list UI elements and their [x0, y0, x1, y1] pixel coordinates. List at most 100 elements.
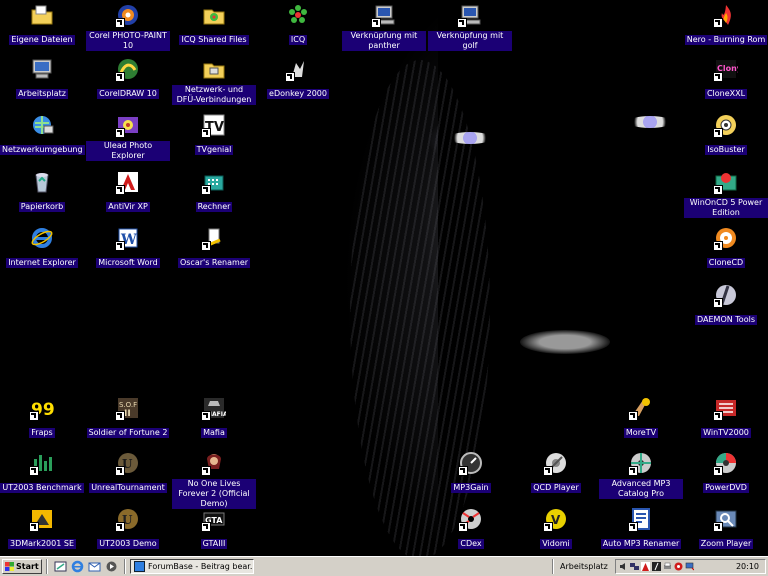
arbeitsplatz-toolbar[interactable]: Arbeitsplatz [556, 559, 612, 574]
windows-logo-icon [5, 562, 14, 571]
desktop-icon-zoom-player[interactable]: Zoom Player [684, 507, 768, 550]
desktop[interactable]: Eigene Dateien Arbeitsplatz Netzwerkumge… [0, 0, 768, 556]
desktop-icon-clonexxl[interactable]: Clony CloneXXL [684, 57, 768, 100]
nolf2-icon [201, 451, 226, 476]
printer-tray-icon[interactable] [663, 562, 672, 571]
icon-label: WinTV2000 [701, 428, 751, 438]
desktop-icon-3dmark2001[interactable]: 3DMark2001 SE [0, 507, 84, 550]
desktop-icon-mp3gain[interactable]: MP3Gain [429, 451, 513, 494]
clonexxl-icon: Clony [713, 57, 738, 82]
icon-label: Corel PHOTO-PAINT 10 [86, 31, 170, 51]
taskbar-separator [552, 559, 554, 574]
wintv-icon [713, 396, 738, 421]
recycle-bin-icon [30, 170, 54, 194]
daemon-tray-icon[interactable] [652, 562, 661, 571]
desktop-icon-coreldraw[interactable]: CorelDRAW 10 [86, 57, 170, 100]
my-computer-icon [30, 57, 54, 81]
moretv-icon [628, 396, 653, 421]
desktop-icon-tvgenial[interactable]: TV TVgenial [172, 113, 256, 156]
desktop-icon-clonecd[interactable]: CloneCD [684, 226, 768, 269]
desktop-icon-antivir[interactable]: AntiVir XP [86, 170, 170, 213]
desktop-icon-rechner[interactable]: Rechner [172, 170, 256, 213]
icon-label: DAEMON Tools [695, 315, 757, 325]
icon-label: Verknüpfung mit golf [428, 31, 512, 51]
powerdvd-icon [713, 451, 738, 476]
icon-label: TVgenial [194, 145, 234, 155]
icon-label: Oscar's Renamer [177, 258, 251, 268]
clock[interactable]: 20:10 [736, 561, 759, 572]
desktop-icon-cdex[interactable]: CDex [429, 507, 513, 550]
outlook-express-icon[interactable] [88, 560, 101, 573]
network-icon[interactable] [630, 562, 639, 571]
antivir-tray-icon[interactable] [641, 562, 650, 571]
media-player-icon[interactable] [105, 560, 118, 573]
desktop-icon-mafia[interactable]: MAFIA Mafia [172, 396, 256, 439]
desktop-icon-edonkey[interactable]: eDonkey 2000 [256, 57, 340, 100]
cdex-icon [458, 507, 483, 532]
icon-label: CDex [458, 539, 484, 549]
desktop-icon-corel-photopaint[interactable]: Corel PHOTO-PAINT 10 [86, 3, 170, 52]
fraps-icon: 99 [29, 396, 54, 421]
desktop-icon-oscars-renamer[interactable]: Oscar's Renamer [172, 226, 256, 269]
icon-label: 3DMark2001 SE [7, 539, 76, 549]
icon-label: Vidomi [540, 539, 572, 549]
display-tray-icon[interactable] [685, 562, 694, 571]
desktop-icon-moretv[interactable]: MoreTV [599, 396, 683, 439]
desktop-icon-verknuepfung-golf[interactable]: Verknüpfung mit golf [428, 3, 512, 52]
desktop-icon-gta3[interactable]: GTA GTAIII [172, 507, 256, 550]
desktop-icon-unrealtournament[interactable]: U UnrealTournament [86, 451, 170, 494]
icon-label: Arbeitsplatz [16, 89, 68, 99]
desktop-icon-microsoft-word[interactable]: W Microsoft Word [86, 226, 170, 269]
desktop-icon-arbeitsplatz[interactable]: Arbeitsplatz [0, 57, 84, 100]
desktop-icon-ut2003-demo[interactable]: U UT2003 Demo [86, 507, 170, 550]
desktop-icon-icq[interactable]: ICQ [256, 3, 340, 46]
desktop-icon-winoncd[interactable]: WinOnCD 5 Power Edition [684, 170, 768, 219]
desktop-icon-nero[interactable]: Nero - Burning Rom [684, 3, 768, 46]
task-button-forumbase[interactable]: ForumBase - Beitrag bear... [130, 559, 254, 574]
system-tray: 20:10 [615, 559, 766, 574]
icon-label: Nero - Burning Rom [684, 35, 768, 45]
show-desktop-icon[interactable] [54, 560, 67, 573]
desktop-icon-icq-shared-files[interactable]: ICQ Shared Files [172, 3, 256, 46]
desktop-icon-isobuster[interactable]: IsoBuster [684, 113, 768, 156]
wallpaper-lips [520, 330, 610, 354]
3dmark-icon [29, 507, 54, 532]
volume-icon[interactable] [619, 562, 628, 571]
desktop-icon-nolf2[interactable]: No One Lives Forever 2 (Official Demo) [172, 451, 256, 510]
my-documents-icon [30, 3, 54, 27]
wallpaper-left-eye [448, 132, 492, 144]
internet-explorer-icon[interactable] [71, 560, 84, 573]
icq-tray-icon[interactable] [674, 562, 683, 571]
icon-label: CloneCD [706, 258, 746, 268]
toolbar-label: Arbeitsplatz [560, 562, 608, 571]
nero-icon [713, 3, 738, 28]
desktop-icon-eigene-dateien[interactable]: Eigene Dateien [0, 3, 84, 46]
icon-label: CorelDRAW 10 [97, 89, 159, 99]
desktop-icon-wintv2000[interactable]: WinTV2000 [684, 396, 768, 439]
desktop-icon-auto-mp3-renamer[interactable]: Auto MP3 Renamer [599, 507, 683, 550]
ut2003-benchmark-icon [29, 451, 54, 476]
start-button[interactable]: Start [2, 559, 42, 574]
desktop-icon-qcd-player[interactable]: QCD Player [514, 451, 598, 494]
desktop-icon-fraps[interactable]: 99 Fraps [0, 396, 84, 439]
desktop-icon-sof2[interactable]: S.O.F II Soldier of Fortune 2 [86, 396, 170, 439]
desktop-icon-ulead-photo-explorer[interactable]: Ulead Photo Explorer [86, 113, 170, 162]
icon-label: IsoBuster [705, 145, 747, 155]
desktop-icon-vidomi[interactable]: V Vidomi [514, 507, 598, 550]
desktop-icon-advanced-mp3-catalog[interactable]: Advanced MP3 Catalog Pro [599, 451, 683, 500]
icon-label: Auto MP3 Renamer [600, 539, 682, 549]
desktop-icon-ut2003-benchmark[interactable]: UT2003 Benchmark [0, 451, 84, 494]
icon-label: Netzwerk- und DFÜ-Verbindungen [172, 85, 256, 105]
desktop-icon-verknuepfung-panther[interactable]: Verknüpfung mit panther [342, 3, 426, 52]
icon-label: Ulead Photo Explorer [86, 141, 170, 161]
desktop-icon-internet-explorer[interactable]: Internet Explorer [0, 226, 84, 269]
taskbar: Start ForumBase - Beitrag bear... Arbeit… [0, 556, 768, 576]
icon-label: Soldier of Fortune 2 [86, 428, 170, 438]
desktop-icon-powerdvd[interactable]: PowerDVD [684, 451, 768, 494]
desktop-icon-daemon-tools[interactable]: DAEMON Tools [684, 283, 768, 326]
desktop-icon-papierkorb[interactable]: Papierkorb [0, 170, 84, 213]
desktop-icon-netzwerkumgebung[interactable]: Netzwerkumgebung [0, 113, 85, 156]
icon-label: Rechner [195, 202, 233, 212]
desktop-icon-netzwerk-dfue[interactable]: Netzwerk- und DFÜ-Verbindungen [172, 57, 256, 106]
internet-explorer-icon [30, 226, 54, 250]
